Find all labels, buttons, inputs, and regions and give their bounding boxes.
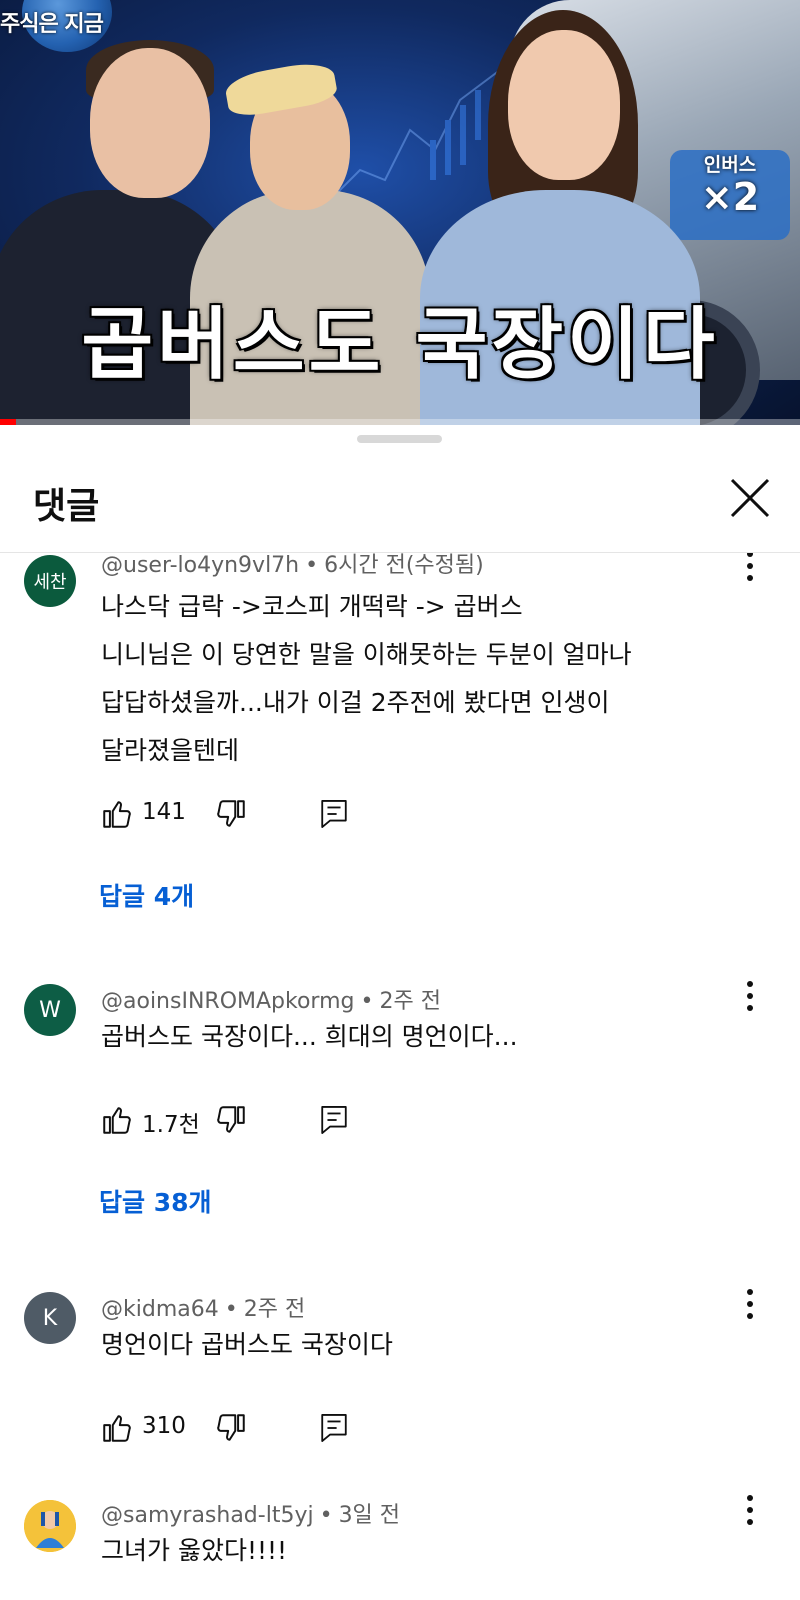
reply-button[interactable] xyxy=(318,1103,350,1137)
avatar[interactable]: K xyxy=(24,1292,76,1344)
more-vertical-icon xyxy=(747,981,753,987)
comment-time: 2주 전 xyxy=(379,989,441,1014)
stock-chart-graphic xyxy=(330,69,500,201)
inverse-badge-label: 인버스 xyxy=(703,154,757,176)
thumbs-down-icon xyxy=(217,800,245,827)
comment-text: 그녀가 옳았다!!!! xyxy=(101,1527,741,1575)
comment-time: 6시간 전(수정됨) xyxy=(324,553,484,578)
comment-line: 그녀가 옳았다!!!! xyxy=(101,1536,288,1565)
thumbs-up-icon xyxy=(103,1415,131,1442)
comment-author[interactable]: @aoinsINROMApkormg xyxy=(101,989,354,1014)
video-title-overlay: 곱버스도 국장이다 xyxy=(81,299,719,390)
close-button[interactable] xyxy=(722,470,778,526)
thumbs-down-icon xyxy=(217,1414,245,1441)
more-button[interactable] xyxy=(738,1287,762,1323)
inverse-badge-multiplier: ×2 xyxy=(700,175,760,219)
reply-icon xyxy=(321,1106,347,1134)
comment-meta: @user-lo4yn9vl7h • 6시간 전(수정됨) xyxy=(101,553,484,579)
reply-icon xyxy=(321,1414,347,1442)
reply-button[interactable] xyxy=(318,1411,350,1445)
channel-logo: 주식은 지금 xyxy=(0,12,104,37)
more-vertical-icon xyxy=(747,1495,753,1501)
more-button[interactable] xyxy=(738,979,762,1015)
comment-line: 나스닥 급락 ->코스피 개떡락 -> 곱버스 xyxy=(101,592,523,621)
comments-sheet: 댓글 세찬 @user-lo4yn9vl7h • 6시간 전(수정됨) 나스닥 급락… xyxy=(0,425,800,1600)
thumbs-up-icon xyxy=(103,1107,131,1134)
comment-meta: @kidma64 • 2주 전 xyxy=(101,1291,305,1323)
video-player[interactable]: 주식은 지금 인버스 ×2 곱버스도 국장이다 xyxy=(0,0,800,425)
more-button[interactable] xyxy=(738,1493,762,1529)
dislike-button[interactable] xyxy=(214,797,248,831)
like-button[interactable] xyxy=(100,1411,134,1445)
meta-separator: • xyxy=(305,553,319,578)
more-button[interactable] xyxy=(738,553,762,585)
avatar[interactable] xyxy=(24,1500,76,1552)
reply-button[interactable] xyxy=(318,797,350,831)
like-count: 1.7천 xyxy=(142,1112,200,1138)
like-button[interactable] xyxy=(100,797,134,831)
avatar-initials: W xyxy=(39,997,61,1023)
reply-icon xyxy=(321,800,347,828)
comment-time: 2주 전 xyxy=(243,1297,306,1322)
comment-line: 답답하셨을까...내가 이걸 2주전에 봤다면 인생이 xyxy=(101,688,610,717)
comment-author[interactable]: @user-lo4yn9vl7h xyxy=(101,553,299,578)
comment-line: 명언이다 곱버스도 국장이다 xyxy=(101,1330,393,1359)
profile-picture-icon xyxy=(24,1500,76,1552)
comment-line: 니니님은 이 당연한 말을 이해못하는 두분이 얼마나 xyxy=(101,640,632,669)
comment-line: 곱버스도 국장이다... 희대의 명언이다... xyxy=(101,1022,518,1051)
comments-title: 댓글 xyxy=(33,486,100,527)
view-replies-link[interactable]: 답글 4개 xyxy=(99,877,194,913)
meta-separator: • xyxy=(360,989,374,1014)
close-icon xyxy=(730,478,770,518)
comment-author[interactable]: @kidma64 xyxy=(101,1297,219,1322)
avatar[interactable]: 세찬 xyxy=(24,555,76,607)
comment-list[interactable]: 세찬 @user-lo4yn9vl7h • 6시간 전(수정됨) 나스닥 급락 ->… xyxy=(0,553,800,1600)
like-button[interactable] xyxy=(100,1103,134,1137)
more-vertical-icon xyxy=(747,1289,753,1295)
thumbs-down-icon xyxy=(217,1106,245,1133)
drag-handle[interactable] xyxy=(357,435,442,443)
thumbs-up-icon xyxy=(103,801,131,828)
avatar-initials: 세찬 xyxy=(33,572,67,593)
dislike-button[interactable] xyxy=(214,1103,248,1137)
guest-right-face xyxy=(508,30,620,180)
comment-actions: 310 xyxy=(100,1411,360,1451)
comment-actions: 1.7천 xyxy=(100,1103,360,1143)
host-left-face xyxy=(90,48,210,198)
avatar-initials: K xyxy=(42,1305,58,1331)
video-progress-fill xyxy=(0,419,16,425)
like-count: 141 xyxy=(142,799,186,825)
comment-text: 나스닥 급락 ->코스피 개떡락 -> 곱버스 니니님은 이 당연한 말을 이해… xyxy=(101,583,741,775)
comment-time: 3일 전 xyxy=(338,1503,401,1528)
dislike-button[interactable] xyxy=(214,1411,248,1445)
comment-actions: 141 xyxy=(100,797,360,837)
comment-meta: @aoinsINROMApkormg • 2주 전 xyxy=(101,983,441,1015)
meta-separator: • xyxy=(224,1297,238,1322)
comment-meta: @samyrashad-lt5yj • 3일 전 xyxy=(101,1497,400,1529)
comment-text: 명언이다 곱버스도 국장이다 xyxy=(101,1321,741,1369)
comment-text: 곱버스도 국장이다... 희대의 명언이다... xyxy=(101,1013,741,1061)
view-replies-link[interactable]: 답글 38개 xyxy=(99,1183,212,1219)
comment-author[interactable]: @samyrashad-lt5yj xyxy=(101,1503,314,1528)
meta-separator: • xyxy=(319,1503,333,1528)
more-vertical-icon xyxy=(747,553,753,557)
inverse-badge: 인버스 ×2 xyxy=(680,150,780,217)
comment-line: 달라졌을텐데 xyxy=(101,736,240,765)
like-count: 310 xyxy=(142,1413,186,1439)
avatar[interactable]: W xyxy=(24,984,76,1036)
